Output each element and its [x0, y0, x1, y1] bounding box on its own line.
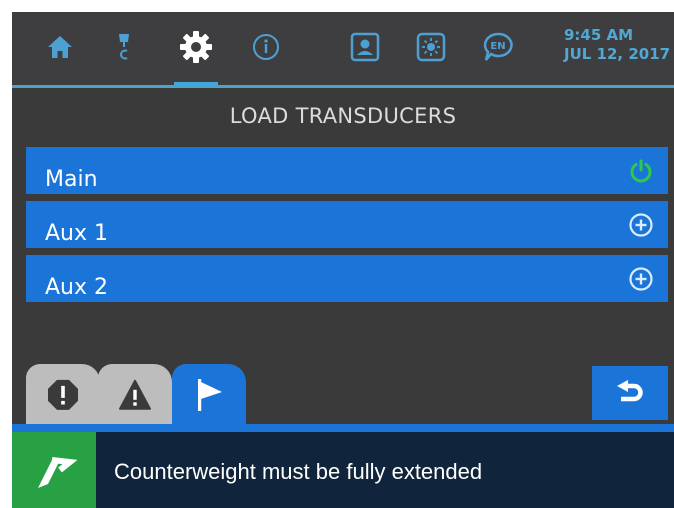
- transducer-row-aux1[interactable]: Aux 1: [26, 201, 668, 248]
- clock-display: 9:45 AM JUL 12, 2017: [564, 26, 670, 64]
- warning-triangle-icon: [118, 379, 152, 415]
- transducer-label: Aux 2: [45, 275, 109, 300]
- status-badge: [12, 432, 96, 508]
- tab-flags[interactable]: [172, 364, 246, 426]
- tab-strip: [12, 424, 674, 432]
- display-screen: EN 9:45 AM JUL 12, 2017 LOAD TRANSDUCERS…: [12, 12, 674, 508]
- clock-date: JUL 12, 2017: [564, 45, 671, 63]
- status-message-bar: Counterweight must be fully extended: [12, 432, 674, 508]
- power-icon[interactable]: [628, 158, 654, 184]
- top-navigation-bar: EN 9:45 AM JUL 12, 2017: [12, 12, 674, 88]
- settings-gear-icon[interactable]: [174, 30, 218, 64]
- transducer-row-aux2[interactable]: Aux 2: [26, 255, 668, 302]
- page-title: LOAD TRANSDUCERS: [229, 104, 457, 128]
- plus-circle-icon[interactable]: [628, 266, 654, 292]
- language-icon[interactable]: EN: [478, 30, 518, 64]
- crane-hook-icon[interactable]: [108, 30, 140, 64]
- info-icon[interactable]: [248, 30, 284, 64]
- flag-icon: [192, 377, 226, 417]
- status-message: Counterweight must be fully extended: [114, 459, 483, 484]
- brightness-icon[interactable]: [412, 30, 450, 64]
- transducer-label: Main: [45, 167, 98, 192]
- tab-warnings[interactable]: [98, 364, 172, 426]
- back-button[interactable]: [592, 366, 668, 420]
- undo-arrow-icon: [617, 380, 643, 402]
- tab-stop-alerts[interactable]: [26, 364, 100, 426]
- stop-alert-icon: [46, 378, 80, 416]
- language-badge: EN: [490, 41, 505, 52]
- header-divider: [12, 85, 674, 88]
- operator-profile-icon[interactable]: [346, 30, 384, 64]
- home-icon[interactable]: [40, 30, 80, 64]
- plus-circle-icon[interactable]: [628, 212, 654, 238]
- clock-time: 9:45 AM: [564, 26, 634, 44]
- direction-arrow-icon: [38, 457, 78, 488]
- transducer-row-main[interactable]: Main: [26, 147, 668, 194]
- transducer-label: Aux 1: [45, 221, 109, 246]
